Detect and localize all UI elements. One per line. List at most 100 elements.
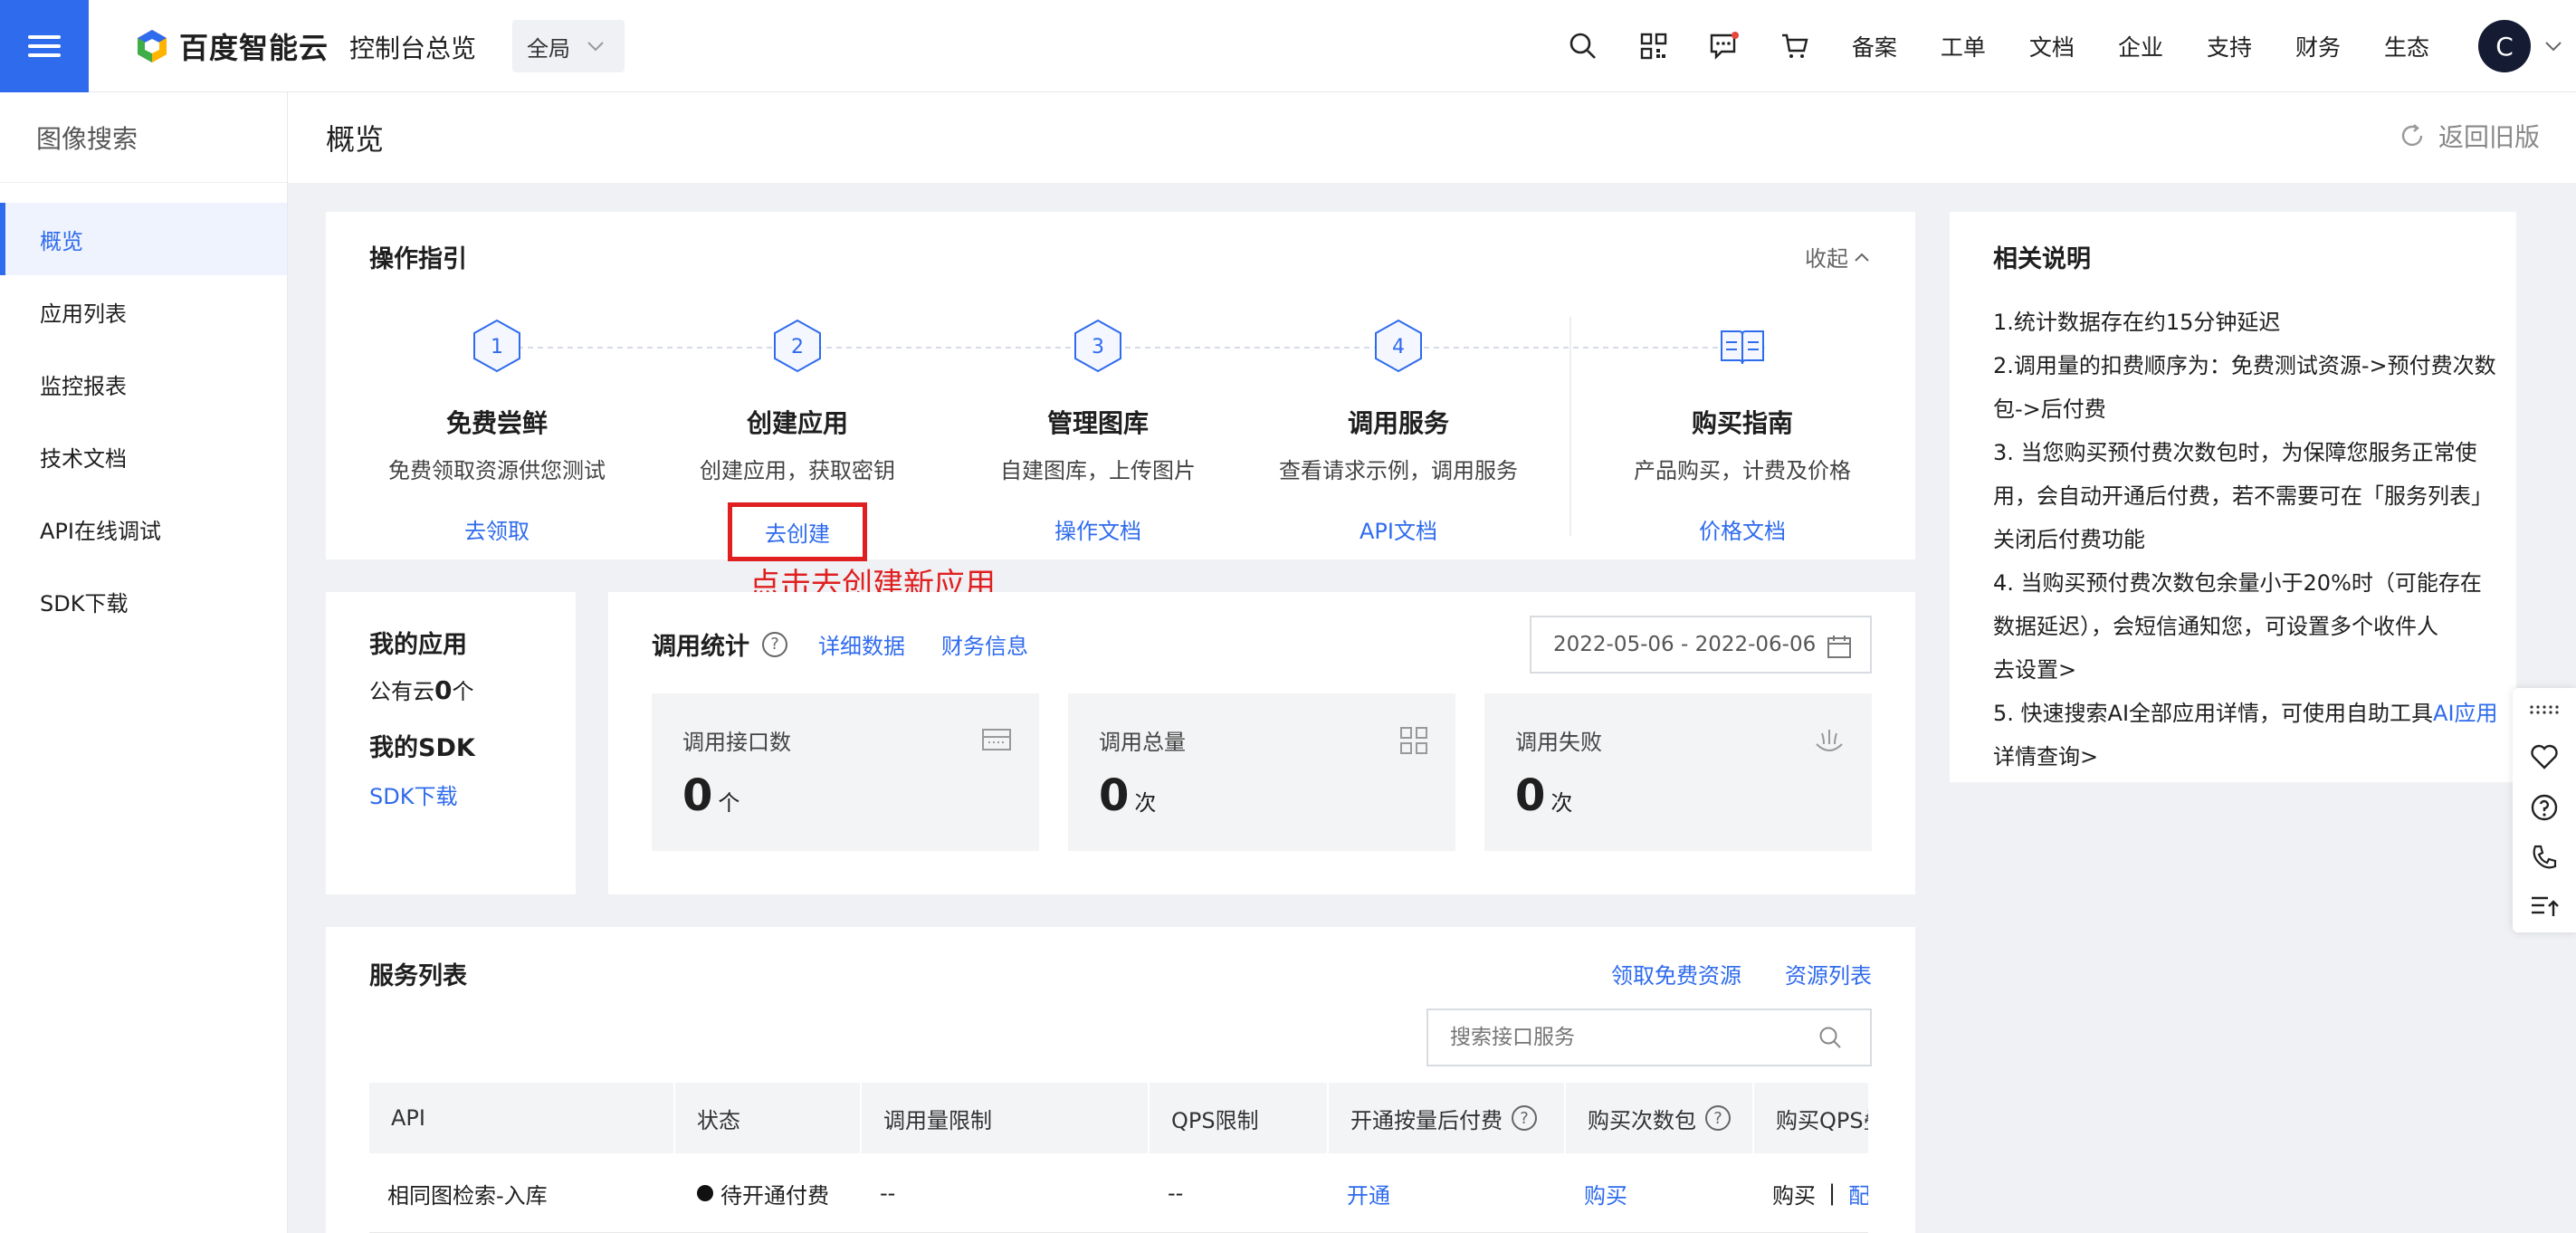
search-button[interactable] [1548,0,1618,92]
console-overview-link[interactable]: 控制台总览 [349,29,476,65]
resource-list-link[interactable]: 资源列表 [1785,958,1872,989]
guide-title: 操作指引 [369,245,467,273]
table-row: 相同图检索-入库 待开通付费 -- -- 开通 购买 购买 | 配 [369,1153,1868,1233]
buy-qps-link[interactable]: 购买 [1772,1178,1816,1209]
phone-icon [2533,845,2557,869]
collapse-button[interactable]: 收起 [1805,241,1870,272]
note-line: 4. 当购买预付费次数包余量小于20%时（可能存在 [1993,570,2482,596]
hexagon-step-icon: 2 [774,319,821,373]
favorite-button[interactable] [2513,731,2576,781]
step-desc: 创建应用，获取密钥 [700,458,895,483]
sdk-download-link[interactable]: SDK下载 [369,779,457,810]
detail-data-link[interactable]: 详细数据 [818,628,905,660]
help-icon[interactable]: ? [1512,1105,1537,1131]
qrcode-icon [1640,33,1667,60]
service-search-input[interactable] [1428,1012,1808,1063]
step-name: 免费尝鲜 [445,408,548,438]
nav-link-enterprise[interactable]: 企业 [2118,30,2163,62]
free-resource-link[interactable]: 领取免费资源 [1611,958,1741,989]
config-link[interactable]: 配 [1848,1178,1868,1209]
chevron-up-icon [1855,253,1869,262]
stats-header: 调用统计 ? 详细数据 财务信息 [652,626,1028,662]
cart-icon [1781,33,1808,58]
nav-link-beian[interactable]: 备案 [1852,30,1897,62]
api-docs-link[interactable]: API文档 [1249,513,1548,545]
guide-divider [1569,317,1571,536]
menu-button[interactable] [0,0,89,92]
settings-link[interactable]: 去设置> [1993,648,2500,692]
back-to-old-version[interactable]: 返回旧版 [2399,118,2540,154]
operation-docs-link[interactable]: 操作文档 [949,513,1247,545]
brand-logo[interactable]: 百度智能云 [134,25,329,67]
step-desc: 产品购买，计费及价格 [1634,458,1851,483]
note-line: 3. 当您购买预付费次数包时，为保障您服务正常使 [1993,440,2477,465]
help-button[interactable] [2513,782,2576,832]
my-sdk-title: 我的SDK [369,734,475,762]
service-search[interactable] [1426,1008,1872,1066]
sidebar-item-sdk-download[interactable]: SDK下载 [0,565,287,637]
stat-label: 调用失败 [1515,730,1602,755]
create-app-link[interactable]: 去创建 [728,502,867,561]
note-line: 2.调用量的扣费顺序为：免费测试资源->预付费次数 [1993,353,2496,378]
contact-button[interactable] [2513,832,2576,882]
guide-step-3: 3 管理图库 自建图库，上传图片 操作文档 [949,319,1247,545]
hexagon-step-icon: 4 [1375,319,1422,373]
back-old-label: 返回旧版 [2438,122,2540,152]
avatar[interactable]: C [2478,20,2531,72]
sidebar-item-overview[interactable]: 概览 [0,203,287,275]
step-desc: 免费领取资源供您测试 [388,458,606,483]
question-icon [2531,794,2558,820]
qrcode-button[interactable] [1618,0,1689,92]
nav-link-docs[interactable]: 文档 [2029,30,2075,62]
sidebar-item-tech-docs[interactable]: 技术文档 [0,420,287,492]
sidebar-item-monitor[interactable]: 监控报表 [0,348,287,420]
region-select[interactable]: 全局 [512,20,625,72]
sidebar-title: 图像搜索 [0,92,287,183]
nav-link-ecosystem[interactable]: 生态 [2384,30,2429,62]
avatar-menu-button[interactable] [2531,41,2576,52]
services-title: 服务列表 [369,962,467,990]
cell-buy-qps: 购买 | 配 [1754,1153,1868,1233]
date-range-value: 2022-05-06 - 2022-06-06 [1553,633,1817,656]
drag-handle[interactable] [2513,688,2576,731]
keyboard-icon [982,729,1011,750]
top-bar: 百度智能云 控制台总览 全局 备案 工单 文档 企业 支持 财务 生态 C [0,0,2576,92]
finance-info-link[interactable]: 财务信息 [941,628,1028,660]
cart-button[interactable] [1760,0,1830,92]
column-header: QPS限制 [1150,1083,1329,1153]
step-number: 2 [791,336,804,358]
date-range-picker[interactable]: 2022-05-06 - 2022-06-06 [1530,616,1872,674]
message-button[interactable] [1689,0,1760,92]
ai-app-link[interactable]: AI应用 [2433,701,2498,726]
help-icon[interactable]: ? [1705,1105,1731,1131]
sidebar-item-api-debug[interactable]: API在线调试 [0,492,287,565]
nav-link-finance[interactable]: 财务 [2295,30,2341,62]
open-postpaid-link[interactable]: 开通 [1347,1178,1390,1209]
nav-link-support[interactable]: 支持 [2207,30,2252,62]
collapse-label: 收起 [1805,246,1848,272]
column-header-postpaid: 开通按量后付费? [1329,1083,1566,1153]
buy-package-link[interactable]: 购买 [1584,1178,1627,1209]
step-name: 购买指南 [1691,408,1793,438]
message-icon [1710,32,1739,60]
price-docs-link[interactable]: 价格文档 [1593,513,1892,545]
cell-open: 开通 [1329,1153,1566,1233]
brand-name: 百度智能云 [179,31,329,65]
cell-qps: -- [1168,1180,1184,1206]
notes-card: 相关说明 1.统计数据存在约15分钟延迟 2.调用量的扣费顺序为：免费测试资源-… [1950,212,2516,782]
nav-link-ticket[interactable]: 工单 [1941,30,1986,62]
get-free-link[interactable]: 去领取 [348,513,646,545]
search-icon[interactable] [1818,1025,1843,1050]
step-desc: 查看请求示例，调用服务 [1279,458,1518,483]
detail-query-link[interactable]: 详情查询> [1993,735,2500,779]
notes-body: 1.统计数据存在约15分钟延迟 2.调用量的扣费顺序为：免费测试资源->预付费次… [1993,301,2500,779]
sidebar: 图像搜索 概览 应用列表 监控报表 技术文档 API在线调试 SDK下载 [0,92,288,1233]
guide-step-1: 1 免费尝鲜 免费领取资源供您测试 去领取 [348,319,646,545]
back-to-top-button[interactable] [2513,883,2576,932]
column-header-package: 购买次数包? [1566,1083,1754,1153]
table-header: API 状态 调用量限制 QPS限制 开通按量后付费? 购买次数包? 购买QPS… [369,1083,1868,1153]
hexagon-step-icon: 3 [1074,319,1121,373]
help-icon[interactable]: ? [762,631,787,657]
column-header: 调用量限制 [862,1083,1150,1153]
sidebar-item-app-list[interactable]: 应用列表 [0,275,287,348]
